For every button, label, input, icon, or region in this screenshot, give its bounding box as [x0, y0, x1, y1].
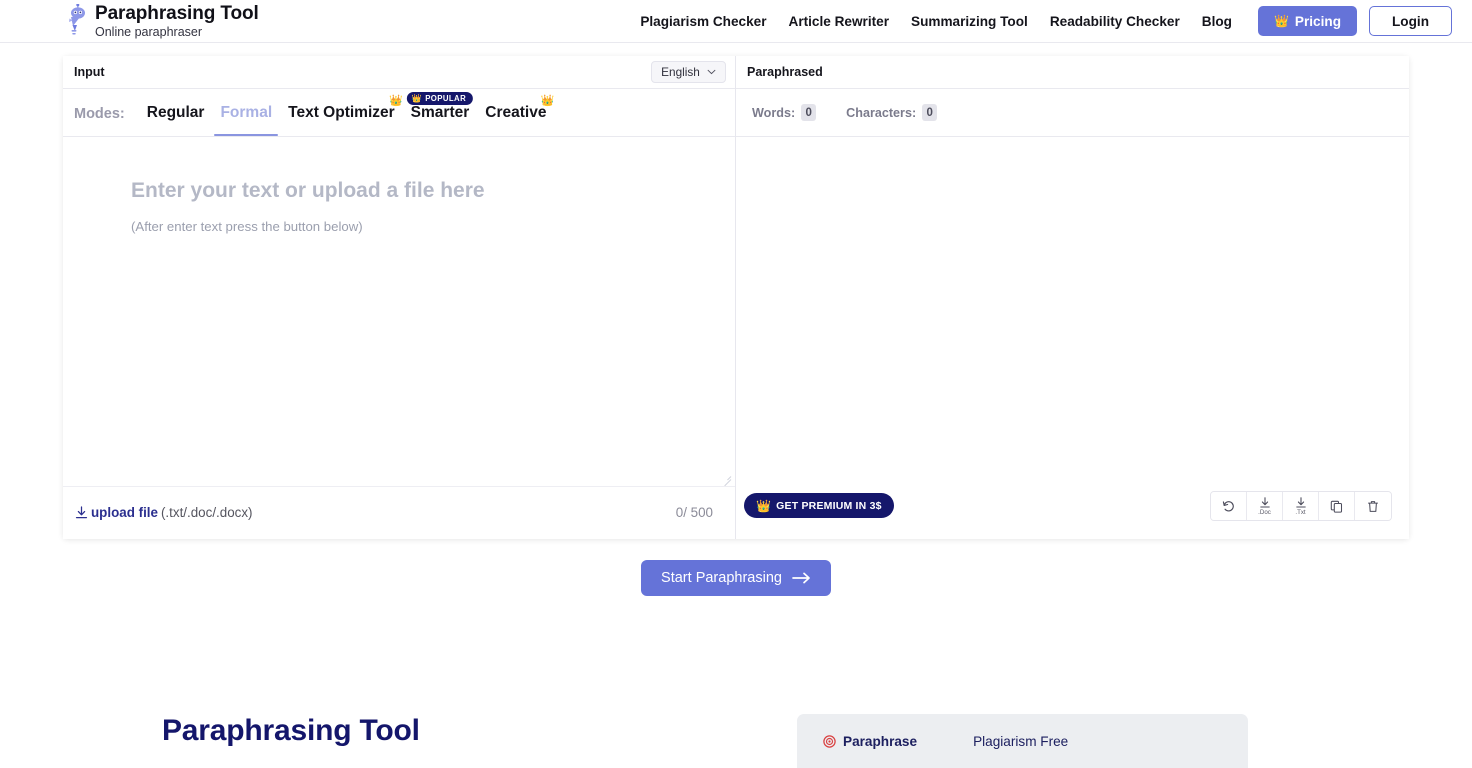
copy-icon: [1330, 500, 1343, 513]
pricing-button-label: Pricing: [1294, 13, 1341, 29]
download-doc-button[interactable]: .Doc: [1247, 492, 1283, 520]
mode-smarter[interactable]: 👑 POPULAR Smarter: [403, 92, 478, 136]
nav-link-article-rewriter[interactable]: Article Rewriter: [778, 14, 900, 29]
copy-button[interactable]: [1319, 492, 1355, 520]
start-paraphrasing-label: Start Paraphrasing: [661, 570, 782, 586]
character-counter: 0/ 500: [675, 505, 713, 520]
popular-badge: 👑 POPULAR: [406, 92, 474, 105]
brand-subtitle: Online paraphraser: [95, 24, 203, 39]
nav-link-summarizing-tool[interactable]: Summarizing Tool: [900, 14, 1039, 29]
arrow-right-icon: [792, 572, 810, 584]
output-panel-title: Paraphrased: [747, 65, 823, 79]
input-panel: Input English Modes: Regular Formal 👑 Te…: [63, 56, 736, 539]
stat-words-value: 0: [801, 104, 817, 121]
input-panel-footer: upload file (.txt/.doc/.docx) 0/ 500: [63, 486, 735, 538]
chevron-down-icon: [707, 69, 716, 75]
mode-creative[interactable]: 👑 Creative: [477, 96, 554, 136]
pricing-button[interactable]: 👑 Pricing: [1257, 6, 1357, 36]
start-button-row: Start Paraphrasing: [0, 560, 1472, 596]
input-placeholder-hint: (After enter text press the button below…: [131, 219, 363, 234]
mode-text-optimizer[interactable]: 👑 Text Optimizer: [280, 96, 403, 136]
download-txt-icon: [1295, 496, 1306, 508]
undo-icon: [1222, 500, 1234, 511]
download-txt-caption: .Txt: [1295, 508, 1306, 516]
input-panel-header: Input English: [63, 56, 735, 89]
bottom-tab-bar: Paraphrase Plagiarism Free: [797, 714, 1248, 768]
tab-plagiarism-free-label: Plagiarism Free: [973, 733, 1069, 749]
input-placeholder: Enter your text or upload a file here: [131, 179, 485, 202]
modes-label: Modes:: [74, 106, 125, 122]
tab-paraphrase[interactable]: Paraphrase: [823, 734, 973, 749]
start-paraphrasing-button[interactable]: Start Paraphrasing: [641, 560, 831, 596]
mode-formal[interactable]: Formal: [212, 104, 280, 136]
output-textarea[interactable]: [736, 137, 1409, 486]
upload-file-button[interactable]: upload file (.txt/.doc/.docx): [75, 505, 253, 520]
undo-button[interactable]: [1211, 492, 1247, 520]
stat-words-label: Words:: [752, 105, 796, 120]
crown-icon: 👑: [411, 93, 423, 103]
crown-icon: 👑: [388, 95, 403, 107]
stat-characters: Characters: 0: [846, 104, 938, 121]
editor-shell: Input English Modes: Regular Formal 👑 Te…: [63, 56, 1409, 539]
mode-creative-label: Creative: [485, 104, 547, 121]
upload-file-label: upload file: [91, 505, 158, 520]
top-header: Paraphrasing Tool Online paraphraser Pla…: [0, 0, 1472, 43]
output-panel-header: Paraphrased: [736, 56, 1409, 89]
nav-link-plagiarism-checker[interactable]: Plagiarism Checker: [629, 14, 777, 29]
login-button[interactable]: Login: [1369, 6, 1452, 36]
output-panel: Paraphrased Words: 0 Characters: 0 👑 GET…: [736, 56, 1409, 539]
stat-characters-value: 0: [922, 104, 938, 121]
robot-mascot-icon: [69, 4, 85, 35]
trash-icon: [1367, 500, 1379, 512]
mode-regular-label: Regular: [146, 104, 205, 121]
output-panel-footer: 👑 GET PREMIUM IN 3$ .Doc .Txt: [736, 486, 1409, 538]
nav-link-readability-checker[interactable]: Readability Checker: [1039, 14, 1191, 29]
get-premium-label: GET PREMIUM IN 3$: [776, 499, 882, 512]
page-title: Paraphrasing Tool: [162, 714, 420, 747]
main-navigation: Plagiarism Checker Article Rewriter Summ…: [629, 6, 1452, 36]
popular-badge-label: POPULAR: [425, 94, 467, 103]
delete-button[interactable]: [1355, 492, 1391, 520]
brand-logo[interactable]: Paraphrasing Tool Online paraphraser: [66, 3, 259, 40]
download-icon: [75, 505, 88, 518]
modes-row: Modes: Regular Formal 👑 Text Optimizer 👑…: [63, 89, 735, 137]
download-txt-button[interactable]: .Txt: [1283, 492, 1319, 520]
upload-file-extensions: (.txt/.doc/.docx): [160, 505, 253, 520]
mode-smarter-label: Smarter: [410, 104, 470, 121]
input-panel-title: Input: [74, 65, 105, 79]
stat-characters-label: Characters:: [846, 105, 917, 120]
language-select-value: English: [661, 65, 700, 79]
target-icon: [823, 734, 836, 748]
output-tool-group: .Doc .Txt: [1210, 491, 1392, 521]
crown-icon: 👑: [756, 498, 772, 513]
tab-paraphrase-label: Paraphrase: [843, 733, 918, 749]
download-doc-icon: [1259, 496, 1270, 508]
crown-icon: 👑: [1273, 14, 1289, 28]
language-select[interactable]: English: [651, 61, 726, 83]
mode-formal-label: Formal: [220, 104, 273, 121]
brand-title: Paraphrasing Tool: [95, 2, 259, 24]
output-stats-row: Words: 0 Characters: 0: [736, 89, 1409, 137]
nav-link-blog[interactable]: Blog: [1191, 14, 1243, 29]
download-doc-caption: .Doc: [1258, 508, 1271, 516]
mode-regular[interactable]: Regular: [139, 104, 213, 136]
textarea-resize-handle[interactable]: [721, 472, 732, 487]
get-premium-button[interactable]: 👑 GET PREMIUM IN 3$: [744, 493, 894, 518]
mode-text-optimizer-label: Text Optimizer: [288, 104, 395, 121]
crown-icon: 👑: [540, 95, 555, 107]
input-textarea[interactable]: Enter your text or upload a file here (A…: [63, 137, 735, 487]
stat-words: Words: 0: [752, 104, 817, 121]
tab-plagiarism-free[interactable]: Plagiarism Free: [973, 734, 1124, 749]
